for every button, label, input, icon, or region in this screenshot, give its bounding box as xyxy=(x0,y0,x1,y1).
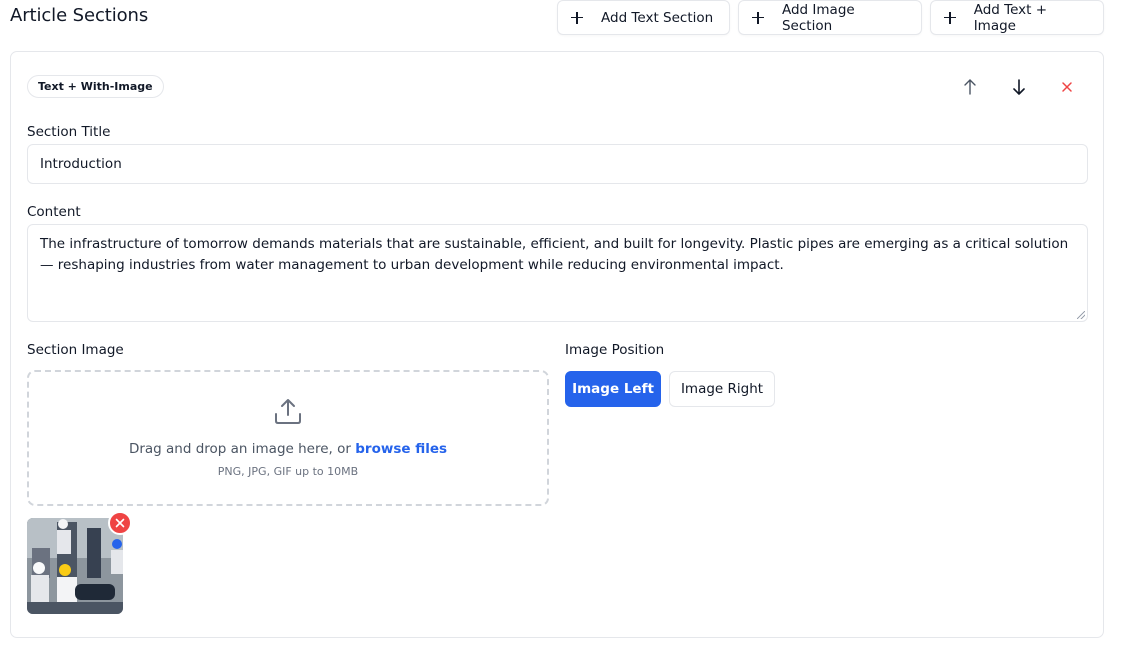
close-icon xyxy=(1062,82,1072,92)
section-title-input[interactable]: Introduction xyxy=(27,144,1088,184)
arrow-down-icon xyxy=(1013,79,1025,95)
section-title-label: Section Title xyxy=(27,124,111,140)
content-textarea[interactable]: The infrastructure of tomorrow demands m… xyxy=(27,224,1088,322)
browse-files-link[interactable]: browse files xyxy=(355,441,447,457)
add-text-section-button[interactable]: Add Text Section xyxy=(557,0,730,35)
add-text-image-section-label: Add Text + Image xyxy=(973,1,1048,34)
move-up-button[interactable] xyxy=(956,73,984,101)
add-text-section-label: Add Text Section xyxy=(601,9,714,26)
image-right-button[interactable]: Image Right xyxy=(669,371,775,407)
section-type-badge: Text + With-Image xyxy=(27,75,164,98)
page-title: Article Sections xyxy=(10,5,149,26)
plus-icon xyxy=(943,11,957,25)
thumbnail-photo xyxy=(27,518,123,614)
plus-icon xyxy=(570,11,584,25)
image-left-button[interactable]: Image Left xyxy=(565,371,661,407)
add-text-image-section-button[interactable]: Add Text + Image xyxy=(930,0,1104,35)
image-position-label: Image Position xyxy=(565,342,665,358)
dropzone-text: Drag and drop an image here, or xyxy=(128,441,351,457)
image-dropzone[interactable]: Drag and drop an image here, or browse f… xyxy=(27,370,549,506)
dropzone-hint: PNG, JPG, GIF up to 10MB xyxy=(217,465,359,478)
arrow-up-icon xyxy=(964,79,976,95)
content-label: Content xyxy=(27,204,81,220)
plus-icon xyxy=(751,11,765,25)
content-text: The infrastructure of tomorrow demands m… xyxy=(40,236,1069,273)
move-down-button[interactable] xyxy=(1005,73,1033,101)
article-sections-editor: Article Sections Add Text Section Add Im… xyxy=(0,0,1125,651)
section-image-label: Section Image xyxy=(27,342,124,358)
upload-icon xyxy=(275,399,301,424)
add-image-section-button[interactable]: Add Image Section xyxy=(738,0,922,35)
dropzone-instructions: Drag and drop an image here, or browse f… xyxy=(29,441,547,457)
remove-image-button[interactable] xyxy=(108,511,132,535)
close-icon xyxy=(115,518,125,528)
add-image-section-label: Add Image Section xyxy=(781,1,855,34)
image-thumbnail xyxy=(27,518,123,614)
resize-handle[interactable] xyxy=(1077,311,1085,319)
remove-section-button[interactable] xyxy=(1053,73,1081,101)
section-card: Text + With-Image Section Title Introduc… xyxy=(10,51,1104,638)
